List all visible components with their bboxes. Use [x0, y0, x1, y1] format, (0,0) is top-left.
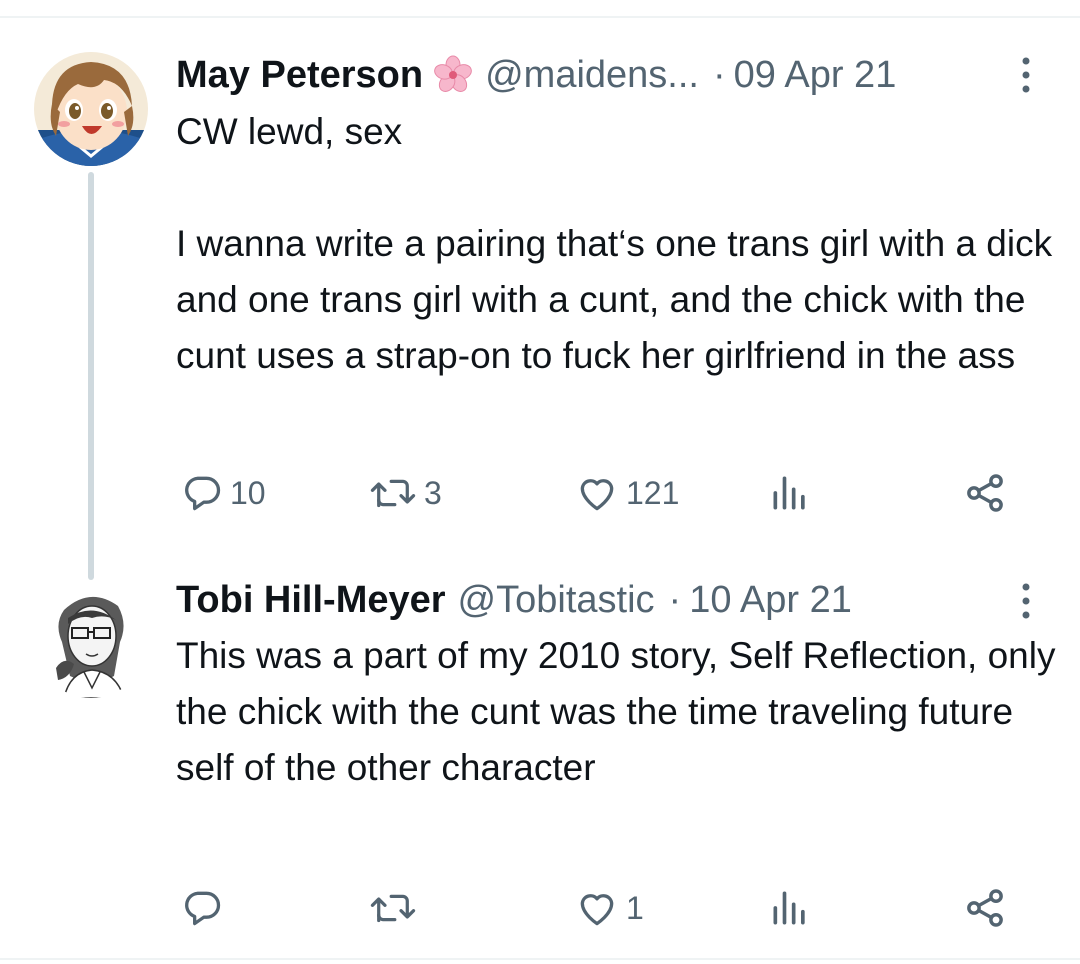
- share-button[interactable]: [962, 468, 1008, 518]
- more-icon[interactable]: [1020, 55, 1032, 95]
- tweet-header: Tobi Hill-Meyer @Tobitastic · 10 Apr 21: [176, 575, 852, 625]
- display-name[interactable]: Tobi Hill-Meyer: [176, 579, 446, 622]
- tweet-actions: 1: [0, 883, 1080, 933]
- tweet-actions: 10 3 121: [0, 468, 1080, 518]
- avatar-tobi-hill-meyer[interactable]: [34, 584, 148, 698]
- more-icon[interactable]: [1020, 581, 1032, 621]
- anime-avatar-image: [34, 52, 148, 166]
- share-icon: [967, 474, 1003, 512]
- top-divider: [0, 16, 1080, 18]
- display-name[interactable]: May Peterson: [176, 54, 423, 97]
- tweet-text: This was a part of my 2010 story, Self R…: [176, 635, 1066, 788]
- user-handle[interactable]: @maidens...: [485, 54, 699, 97]
- views-button[interactable]: [768, 883, 812, 933]
- tweet-header: May Peterson @maidens... · 09 Apr 21: [176, 50, 896, 100]
- tweet-text: CW lewd, sex I wanna write a pairing tha…: [176, 111, 1053, 376]
- thread-connector-line: [88, 172, 94, 580]
- retweet-button[interactable]: [368, 883, 424, 933]
- sketch-avatar-image: [34, 584, 148, 698]
- bottom-divider: [0, 958, 1080, 960]
- views-button[interactable]: [768, 468, 812, 518]
- retweet-button[interactable]: 3: [368, 468, 442, 518]
- separator-dot: ·: [712, 53, 726, 96]
- like-count: 121: [626, 474, 680, 511]
- reply-icon: [185, 891, 221, 926]
- cherry-blossom-icon: [434, 55, 472, 92]
- share-icon: [967, 889, 1003, 927]
- reply-icon: [185, 476, 221, 511]
- user-handle[interactable]: @Tobitastic: [458, 579, 655, 622]
- share-button[interactable]: [962, 883, 1008, 933]
- retweet-icon: [370, 479, 416, 508]
- heart-icon: [580, 479, 614, 511]
- heart-icon: [580, 894, 614, 926]
- avatar-may-peterson[interactable]: [34, 52, 148, 166]
- tweet-date[interactable]: 09 Apr 21: [734, 54, 897, 97]
- like-button[interactable]: 1: [574, 883, 644, 933]
- like-button[interactable]: 121: [574, 468, 679, 518]
- analytics-icon: [773, 476, 805, 510]
- reply-count: 10: [230, 474, 266, 511]
- analytics-icon: [773, 891, 805, 925]
- retweet-count: 3: [424, 474, 442, 511]
- reply-button[interactable]: 10: [180, 468, 266, 518]
- reply-button[interactable]: [180, 883, 230, 933]
- separator-dot: ·: [668, 578, 682, 621]
- tweet-date[interactable]: 10 Apr 21: [689, 579, 852, 622]
- retweet-icon: [370, 894, 416, 923]
- like-count: 1: [626, 889, 644, 926]
